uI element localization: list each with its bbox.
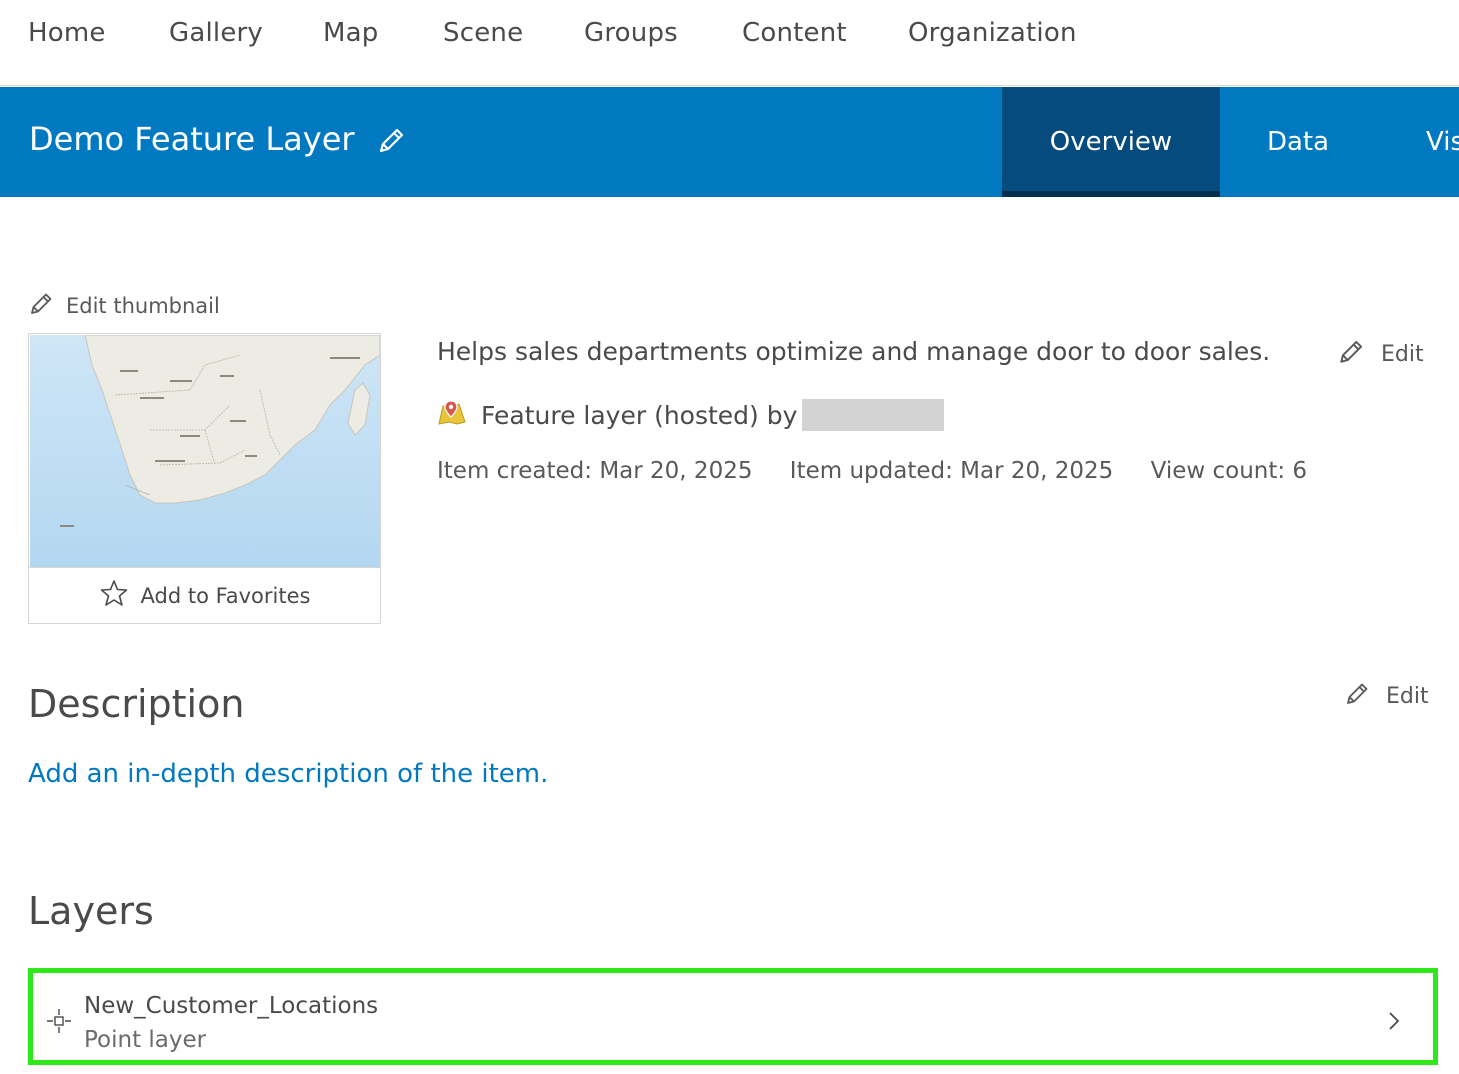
edit-thumbnail-button[interactable]: Edit thumbnail — [28, 289, 220, 322]
edit-summary-button[interactable]: Edit — [1337, 336, 1424, 372]
layer-item-new-customer-locations[interactable]: New_Customer_Locations Point layer — [28, 968, 1438, 1065]
thumbnail-card: Add to Favorites — [28, 333, 381, 624]
owner-redacted — [802, 399, 945, 431]
item-created: Item created: Mar 20, 2025 — [437, 458, 753, 484]
nav-gallery[interactable]: Gallery — [169, 18, 263, 48]
feature-layer-icon — [437, 398, 467, 432]
nav-groups[interactable]: Groups — [584, 18, 678, 48]
nav-map[interactable]: Map — [323, 18, 378, 48]
view-count: View count: 6 — [1150, 458, 1308, 484]
pencil-icon — [1344, 678, 1372, 714]
star-icon — [99, 579, 129, 612]
item-header: Demo Feature Layer Overview Data Vis — [0, 87, 1459, 197]
nav-home[interactable]: Home — [28, 18, 106, 48]
item-type-row: Feature layer (hosted) by — [437, 398, 945, 432]
item-updated: Item updated: Mar 20, 2025 — [789, 458, 1114, 484]
edit-title-pencil-icon[interactable] — [375, 125, 407, 157]
nav-scene[interactable]: Scene — [443, 18, 523, 48]
add-to-favorites-button[interactable]: Add to Favorites — [29, 567, 380, 623]
edit-description-button[interactable]: Edit — [1344, 678, 1429, 714]
edit-label: Edit — [1381, 341, 1424, 367]
edit-label: Edit — [1386, 683, 1429, 709]
description-heading: Description — [28, 682, 245, 726]
nav-organization[interactable]: Organization — [908, 18, 1077, 48]
add-to-favorites-label: Add to Favorites — [140, 583, 311, 608]
pencil-icon — [1337, 336, 1367, 372]
pencil-icon — [28, 289, 56, 322]
edit-thumbnail-label: Edit thumbnail — [66, 293, 220, 318]
item-summary: Helps sales departments optimize and man… — [437, 337, 1271, 366]
add-description-link[interactable]: Add an in-depth description of the item. — [28, 759, 548, 789]
layer-type: Point layer — [84, 1027, 207, 1053]
item-metadata: Item created: Mar 20, 2025 Item updated:… — [437, 458, 1337, 484]
item-title: Demo Feature Layer — [29, 120, 355, 158]
tab-data[interactable]: Data — [1220, 87, 1376, 197]
tab-visualization[interactable]: Vis — [1376, 87, 1459, 197]
map-thumbnail-image — [30, 335, 380, 567]
layer-name: New_Customer_Locations — [84, 993, 379, 1019]
chevron-right-icon — [1387, 1011, 1401, 1031]
top-navigation: Home Gallery Map Scene Groups Content Or… — [0, 0, 1459, 86]
point-layer-icon — [45, 1007, 73, 1035]
nav-content[interactable]: Content — [742, 18, 847, 48]
layers-heading: Layers — [28, 889, 154, 933]
item-type-text: Feature layer (hosted) by — [481, 400, 798, 430]
tab-overview[interactable]: Overview — [1002, 87, 1220, 197]
